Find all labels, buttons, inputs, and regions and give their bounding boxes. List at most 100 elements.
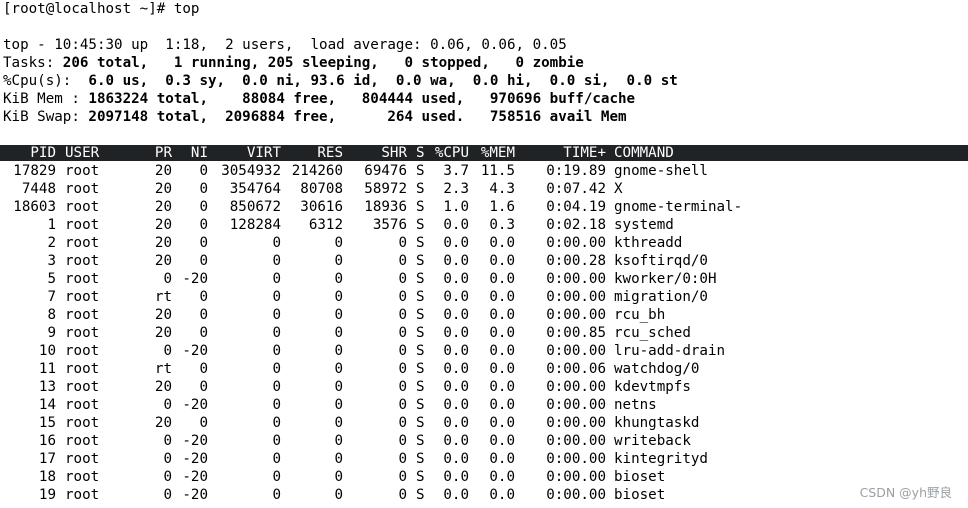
cell-priority: rt <box>154 361 172 377</box>
terminal-window[interactable]: [root@localhost ~]# top top - 10:45:30 u… <box>0 0 968 508</box>
cell-mem: 11.5 <box>480 163 515 179</box>
cell-user: root <box>65 235 100 251</box>
table-row: 18 root 0 -20 0 0 0 S 0.0 0.0 0:00.00 bioset <box>0 468 968 486</box>
cell-nice: 0 <box>199 163 208 179</box>
cell-user: root <box>65 415 100 431</box>
cell-time: 0:00.00 <box>546 307 606 323</box>
cell-virt: 3054932 <box>221 163 281 179</box>
table-row: 8 root 20 0 0 0 0 S 0.0 0.0 0:00.00 rcu_bh <box>0 306 968 324</box>
cell-pid: 18 <box>38 469 56 485</box>
cell-priority: 20 <box>154 307 172 323</box>
shell-prompt: [root@localhost ~]# top <box>3 1 200 17</box>
cell-priority: 20 <box>154 235 172 251</box>
cell-nice: 0 <box>199 325 208 341</box>
column-header-cpu: %CPU <box>434 145 469 161</box>
cell-nice: -20 <box>182 469 208 485</box>
cell-cpu: 0.0 <box>443 217 469 233</box>
cell-shr: 0 <box>398 307 407 323</box>
cell-shr: 0 <box>398 415 407 431</box>
cell-nice: -20 <box>182 343 208 359</box>
cell-user: root <box>65 253 100 269</box>
cell-pid: 11 <box>38 361 56 377</box>
cell-time: 0:00.00 <box>546 235 606 251</box>
cell-virt: 0 <box>272 433 281 449</box>
cell-virt: 0 <box>272 271 281 287</box>
cell-virt: 0 <box>272 253 281 269</box>
cell-mem: 4.3 <box>489 181 515 197</box>
cell-command: gnome-shell <box>614 163 708 179</box>
cell-mem: 1.6 <box>489 199 515 215</box>
cell-time: 0:00.00 <box>546 487 606 503</box>
cell-priority: 0 <box>163 343 172 359</box>
bottom-margin <box>0 503 968 508</box>
cell-command: bioset <box>614 469 666 485</box>
cell-pid: 3 <box>47 253 56 269</box>
cell-time: 0:00.00 <box>546 397 606 413</box>
cell-time: 0:19.89 <box>546 163 606 179</box>
cell-user: root <box>65 343 100 359</box>
cell-cpu: 0.0 <box>443 451 469 467</box>
cell-nice: 0 <box>199 253 208 269</box>
cell-command: lru-add-drain <box>614 343 726 359</box>
cell-command: writeback <box>614 433 691 449</box>
cell-user: root <box>65 433 100 449</box>
table-row: 18603 root 20 0 850672 30616 18936 S 1.0 1.6 0:04.… <box>0 198 968 216</box>
cell-user: root <box>65 307 100 323</box>
cell-res: 0 <box>334 451 343 467</box>
process-table: 17829 root 20 0 3054932 214260 69476 S 3.7 11.5 0:… <box>0 162 968 504</box>
cell-shr: 3576 <box>372 217 407 233</box>
cell-priority: 20 <box>154 325 172 341</box>
cell-res: 0 <box>334 361 343 377</box>
cell-virt: 354764 <box>229 181 281 197</box>
cell-nice: 0 <box>199 217 208 233</box>
cell-shr: 0 <box>398 253 407 269</box>
cell-user: root <box>65 397 100 413</box>
column-header-time: TIME+ <box>563 145 606 161</box>
cell-pid: 8 <box>47 307 56 323</box>
cell-res: 80708 <box>300 181 343 197</box>
cell-cpu: 0.0 <box>443 415 469 431</box>
cell-nice: 0 <box>199 415 208 431</box>
cell-shr: 0 <box>398 361 407 377</box>
cell-res: 0 <box>334 397 343 413</box>
cell-shr: 18936 <box>364 199 407 215</box>
summary-swap-line: KiB Swap: 2097148 total, 2096884 free, 2… <box>3 108 627 126</box>
cell-user: root <box>65 217 100 233</box>
cell-time: 0:00.00 <box>546 289 606 305</box>
table-row: 17 root 0 -20 0 0 0 S 0.0 0.0 0:00.00 kintegrityd <box>0 450 968 468</box>
summary-cpu-line: %Cpu(s): 6.0 us, 0.3 sy, 0.0 ni, 93.6 id… <box>3 72 678 90</box>
table-row: 7448 root 20 0 354764 80708 58972 S 2.3 4.3 0:07.4… <box>0 180 968 198</box>
cell-cpu: 0.0 <box>443 433 469 449</box>
column-header-pid: PID <box>30 145 56 161</box>
cell-virt: 0 <box>272 487 281 503</box>
cell-time: 0:02.18 <box>546 217 606 233</box>
cell-virt: 0 <box>272 415 281 431</box>
cell-virt: 0 <box>272 325 281 341</box>
summary-tasks-line: Tasks: 206 total, 1 running, 205 sleepin… <box>3 54 584 72</box>
cell-command: X <box>614 181 623 197</box>
cell-cpu: 0.0 <box>443 343 469 359</box>
cell-shr: 0 <box>398 235 407 251</box>
cell-mem: 0.0 <box>489 397 515 413</box>
cell-command: kdevtmpfs <box>614 379 691 395</box>
table-row: 15 root 20 0 0 0 0 S 0.0 0.0 0:00.00 khungtaskd <box>0 414 968 432</box>
cell-pid: 13 <box>38 379 56 395</box>
cell-cpu: 0.0 <box>443 235 469 251</box>
cell-virt: 0 <box>272 451 281 467</box>
cell-priority: 20 <box>154 415 172 431</box>
table-row: 1 root 20 0 128284 6312 3576 S 0.0 0.3 0:02.18 syst… <box>0 216 968 234</box>
column-header-pr: PR <box>154 145 172 161</box>
cell-mem: 0.0 <box>489 361 515 377</box>
cell-command: systemd <box>614 217 674 233</box>
cell-mem: 0.0 <box>489 289 515 305</box>
cell-res: 0 <box>334 487 343 503</box>
cell-pid: 7 <box>47 289 56 305</box>
cell-cpu: 0.0 <box>443 307 469 323</box>
mem-label: KiB Mem : <box>3 91 80 107</box>
cell-user: root <box>65 361 100 377</box>
cell-res: 0 <box>334 433 343 449</box>
cell-mem: 0.0 <box>489 379 515 395</box>
cell-pid: 1 <box>47 217 56 233</box>
cell-virt: 0 <box>272 397 281 413</box>
cell-user: root <box>65 289 100 305</box>
